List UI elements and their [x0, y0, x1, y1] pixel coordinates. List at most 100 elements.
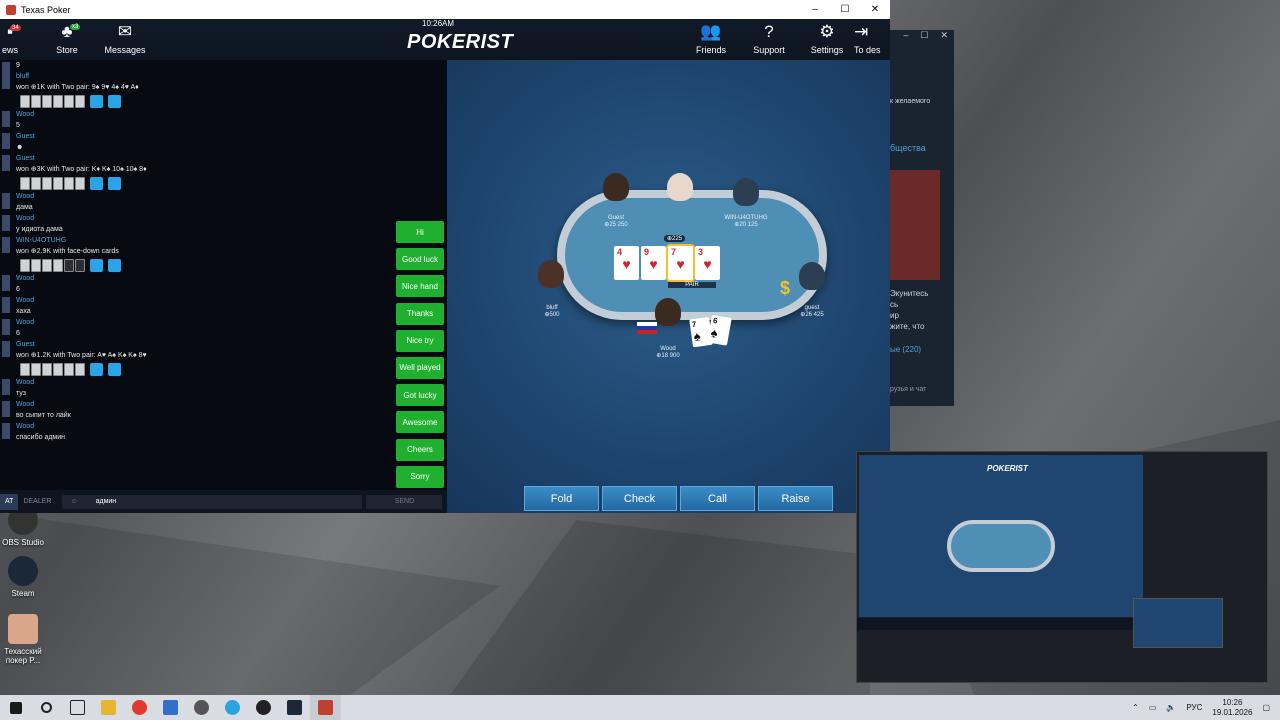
message-author[interactable]: Wood — [16, 191, 447, 202]
close-button[interactable]: ✕ — [860, 4, 890, 15]
fold-button[interactable]: Fold — [524, 486, 599, 511]
minimize-button[interactable]: – — [903, 30, 908, 48]
message-author[interactable]: Wood — [16, 399, 447, 410]
window-title: Texas Poker — [21, 4, 71, 15]
task-view-icon — [70, 700, 85, 715]
desktop-icon-steam[interactable]: Steam — [1, 556, 45, 598]
message-author[interactable]: Wood — [16, 213, 447, 224]
close-button[interactable]: ✕ — [940, 30, 948, 48]
message-author[interactable]: bluff — [16, 71, 447, 82]
stats-button[interactable] — [108, 258, 121, 272]
replay-button[interactable] — [90, 94, 103, 108]
check-button[interactable]: Check — [602, 486, 677, 511]
minimize-button[interactable]: – — [800, 4, 830, 15]
message-author[interactable]: Wood — [16, 109, 447, 120]
quick-reply-button[interactable]: Good luck — [396, 248, 444, 271]
avatar[interactable] — [603, 173, 629, 201]
message-author[interactable]: Wood — [16, 295, 447, 306]
quick-reply-button[interactable]: Nice try — [396, 329, 444, 352]
bg-link[interactable]: ые (220) — [890, 344, 928, 355]
mini-card — [42, 362, 52, 376]
preview-nested — [1133, 598, 1223, 648]
taskbar-yandex[interactable] — [124, 695, 155, 720]
chat-panel[interactable]: 9 bluff won ⊕1K with Two pair: 9♠ 9♥ 4♠ 4♥… — [0, 60, 447, 490]
maximize-button[interactable]: ☐ — [920, 30, 928, 48]
taskbar-app[interactable] — [186, 695, 217, 720]
taskbar-explorer[interactable] — [93, 695, 124, 720]
quick-reply-button[interactable]: Cheers — [396, 438, 444, 461]
tab-dealer[interactable]: DEALER — [18, 498, 56, 505]
message-author[interactable]: Guest — [16, 339, 447, 350]
taskbar-steam[interactable] — [279, 695, 310, 720]
message-marker — [2, 237, 10, 253]
stats-button[interactable] — [108, 94, 121, 108]
quick-reply-button[interactable]: Sorry — [396, 465, 444, 488]
message-text: дама — [16, 204, 33, 211]
chevron-up-icon[interactable]: ⌃ — [1132, 703, 1139, 712]
quick-reply-button[interactable]: Nice hand — [396, 275, 444, 298]
player-name: Wood — [660, 346, 676, 352]
tab-chat[interactable]: AT — [0, 493, 19, 510]
message-author[interactable]: Guest — [16, 131, 447, 142]
task-view-button[interactable] — [62, 695, 93, 720]
nav-settings[interactable]: ⚙ Settings — [797, 21, 857, 55]
taskbar-telegram[interactable] — [217, 695, 248, 720]
bg-text: жите, что — [890, 322, 925, 331]
network-icon[interactable]: ▭ — [1149, 703, 1157, 712]
nav-support[interactable]: ? Support — [739, 21, 799, 55]
nav-store[interactable]: ♣ Store x3 — [37, 21, 97, 55]
stats-button[interactable] — [108, 362, 121, 376]
message-author[interactable]: WIN-U4OTUHG — [16, 235, 447, 246]
message-text: won ⊕1K with Two pair: 9♠ 9♥ 4♠ 4♥ A♦ — [16, 84, 139, 91]
language-indicator[interactable]: РУС — [1186, 703, 1202, 712]
dealer-chip-icon: $ — [780, 278, 791, 298]
quick-reply-button[interactable]: Got lucky — [396, 384, 444, 407]
message-text: won ⊕2.9K with face-down cards — [16, 248, 119, 255]
message-author[interactable]: Wood — [16, 377, 447, 388]
steam-icon — [8, 556, 38, 586]
replay-button[interactable] — [90, 258, 103, 272]
maximize-button[interactable]: ☐ — [830, 4, 860, 15]
raise-button[interactable]: Raise — [758, 486, 833, 511]
gear-icon: ⚙ — [819, 22, 835, 41]
nav-to-desktop[interactable]: ⇥ To des — [854, 21, 890, 55]
desktop-icon-texas-poker[interactable]: Техасский покер P... — [1, 614, 45, 665]
telegram-icon — [225, 700, 240, 715]
avatar[interactable] — [538, 260, 564, 288]
replay-button[interactable] — [90, 362, 103, 376]
system-tray: ⌃ ▭ 🔈 РУС 10:26 19.01.2026 ▢ — [1132, 698, 1280, 718]
quick-reply-button[interactable]: Thanks — [396, 302, 444, 325]
message-text: туз — [16, 390, 26, 397]
chat-input[interactable]: ☺ админ — [62, 494, 363, 509]
stats-button[interactable] — [108, 176, 121, 190]
nav-messages[interactable]: ✉ Messages — [95, 21, 155, 55]
quick-reply-button[interactable]: Hi — [396, 221, 444, 243]
hero-card-2: 6 ♠ — [707, 314, 732, 346]
message-author[interactable]: Wood — [16, 421, 447, 432]
avatar[interactable] — [733, 178, 759, 206]
message-author[interactable]: Wood — [16, 317, 447, 328]
message-author[interactable]: Wood — [16, 273, 447, 284]
call-button[interactable]: Call — [680, 486, 755, 511]
message-text: 6 — [16, 286, 20, 293]
emoji-icon[interactable]: ☺ — [70, 498, 77, 505]
obs-preview-window[interactable]: POKERIST — [856, 451, 1268, 683]
volume-icon[interactable]: 🔈 — [1166, 703, 1176, 712]
clock[interactable]: 10:26 19.01.2026 — [1212, 698, 1252, 718]
taskbar-calculator[interactable] — [155, 695, 186, 720]
quick-reply-button[interactable]: Well played — [396, 356, 444, 379]
taskbar-obs[interactable] — [248, 695, 279, 720]
notification-icon[interactable]: ▢ — [1262, 703, 1270, 712]
search-button[interactable] — [31, 695, 62, 720]
send-button[interactable]: SEND — [366, 494, 443, 509]
avatar[interactable] — [799, 262, 825, 290]
chat-message: Wood у идиота дама — [0, 213, 447, 235]
message-author[interactable]: Guest — [16, 153, 447, 164]
nav-friends[interactable]: 👥 Friends — [681, 21, 741, 55]
player-chips: ⊕20 125 — [734, 222, 758, 228]
start-button[interactable] — [0, 695, 31, 720]
taskbar-poker[interactable] — [310, 695, 341, 720]
quick-reply-button[interactable]: Awesome — [396, 411, 444, 434]
replay-button[interactable] — [90, 176, 103, 190]
nav-news[interactable]: ▪ ews 34 — [0, 21, 40, 55]
